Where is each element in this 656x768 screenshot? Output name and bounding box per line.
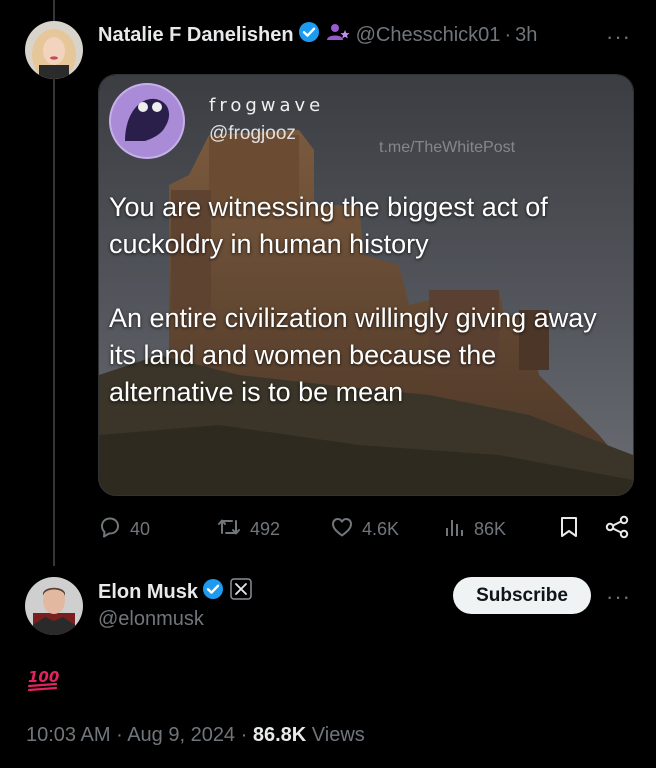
verified-badge-icon (298, 21, 320, 49)
reply-author-name[interactable]: Elon Musk (98, 581, 198, 604)
views-bar-chart-icon (444, 515, 474, 544)
author-avatar-natalie[interactable] (25, 21, 83, 79)
bookmark-button[interactable] (558, 512, 588, 546)
reply-more-button[interactable]: ··· (606, 584, 631, 610)
like-count: 4.6K (362, 518, 400, 539)
quoted-account-handle: @frogjooz (209, 123, 296, 144)
post-metadata: 10:03 AM · Aug 9, 2024 · 86.8K Views (26, 724, 365, 747)
reply-button[interactable]: 40 (98, 512, 150, 546)
views-label: Views (306, 724, 365, 746)
quoted-paragraph-1: You are witnessing the biggest act of cu… (109, 192, 548, 259)
repost-button[interactable]: 492 (216, 512, 280, 546)
author-handle[interactable]: @Chesschick01 (356, 24, 501, 47)
subscribe-button[interactable]: Subscribe (453, 577, 591, 614)
reply-icon (98, 515, 130, 544)
reply-author-handle[interactable]: @elonmusk (98, 608, 204, 631)
share-button[interactable] (604, 512, 638, 546)
verified-badge-icon (202, 578, 224, 606)
hundred-points-emoji: 100 (26, 666, 62, 697)
post-more-button[interactable]: ··· (606, 24, 631, 50)
quoted-paragraph-2: An entire civilization willingly giving … (109, 303, 597, 407)
post-media-image[interactable]: frogwave @frogjooz t.me/TheWhitePost You… (98, 74, 634, 496)
reply-count: 40 (130, 518, 151, 539)
meta-separator: · (235, 724, 253, 746)
reply-header: Elon Musk (98, 578, 252, 606)
post-header: Natalie F Danelishen @Chesschick01 · 3h (98, 20, 537, 50)
post-time[interactable]: 3h (515, 24, 537, 47)
quoted-account-name: frogwave (209, 95, 325, 116)
post-action-bar: 40 492 4.6K 86K (98, 512, 632, 546)
quoted-text: You are witnessing the biggest act of cu… (109, 189, 624, 411)
bookmark-icon (558, 515, 588, 544)
image-watermark: t.me/TheWhitePost (379, 139, 516, 156)
heart-icon (330, 515, 362, 544)
subscriber-badge-icon (326, 21, 350, 49)
share-icon (604, 515, 638, 544)
x-affiliate-badge-icon (230, 578, 252, 606)
repost-icon (216, 515, 250, 544)
views-button[interactable]: 86K (444, 512, 506, 546)
author-name[interactable]: Natalie F Danelishen (98, 24, 294, 47)
thread-connector-line (53, 0, 55, 566)
separator-dot: · (504, 23, 512, 46)
meta-separator: · (110, 724, 128, 746)
post-date[interactable]: Aug 9, 2024 (127, 724, 235, 746)
like-button[interactable]: 4.6K (330, 512, 399, 546)
author-avatar-elon[interactable] (25, 577, 83, 635)
views-count: 86K (474, 518, 507, 539)
views-total: 86.8K (252, 724, 307, 746)
post-timestamp[interactable]: 10:03 AM (26, 724, 111, 746)
repost-count: 492 (250, 518, 281, 539)
